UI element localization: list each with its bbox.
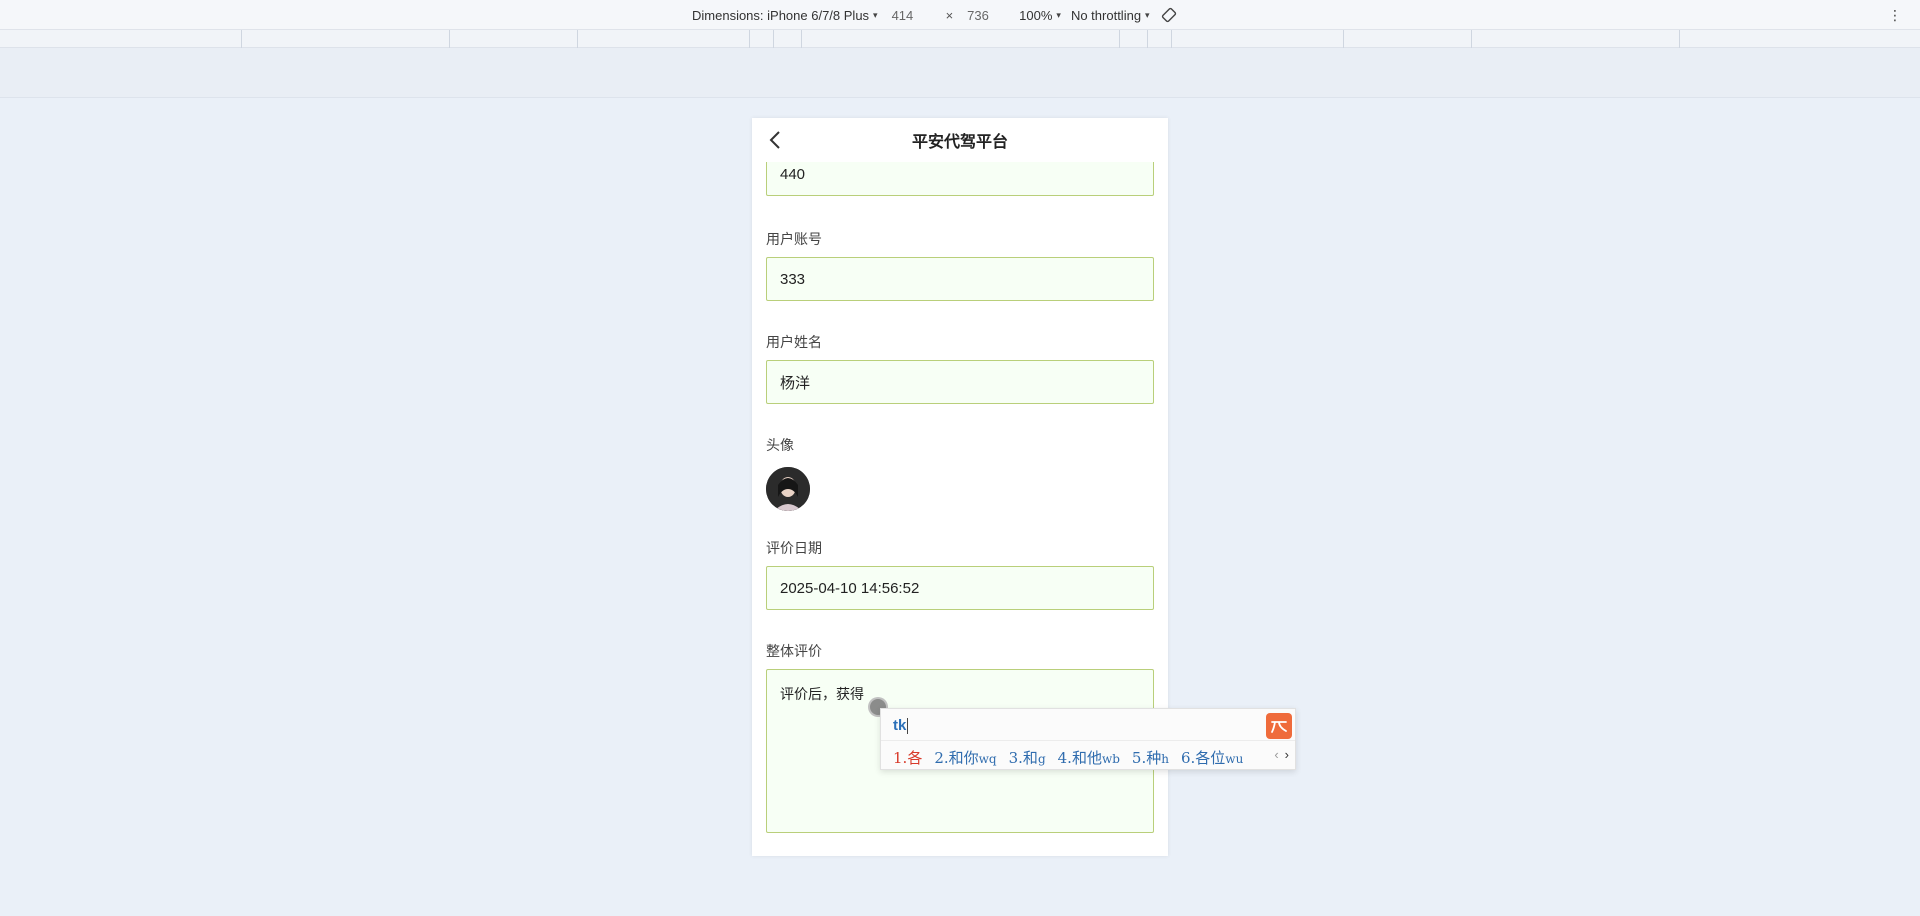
avatar-label: 头像 xyxy=(766,437,794,453)
ime-candidate[interactable]: 6.各位wu xyxy=(1181,747,1243,768)
ime-input-text: tk xyxy=(893,717,907,734)
avatar[interactable] xyxy=(766,467,810,511)
nav-bar: 平安代驾平台 xyxy=(752,118,1168,162)
zoom-label: 100% xyxy=(1019,7,1053,23)
rotate-icon[interactable] xyxy=(1160,6,1178,24)
prev-page-icon[interactable]: ‹ xyxy=(1274,747,1278,762)
throttling-select[interactable]: No throttling ▾ xyxy=(1071,8,1150,23)
top-field-input[interactable]: 440 xyxy=(766,162,1154,196)
account-input[interactable]: 333 xyxy=(766,257,1154,301)
ime-candidate[interactable]: 2.和你wq xyxy=(934,747,996,768)
device-label: Dimensions: iPhone 6/7/8 Plus xyxy=(692,7,870,23)
ime-candidate[interactable]: 5.种h xyxy=(1132,747,1169,768)
width-input[interactable]: 414 xyxy=(888,8,944,23)
zoom-select[interactable]: 100% ▾ xyxy=(1019,8,1061,23)
chevron-down-icon: ▾ xyxy=(1145,9,1150,20)
chevron-down-icon: ▾ xyxy=(1056,9,1061,20)
name-input[interactable]: 杨洋 xyxy=(766,360,1154,404)
account-label: 用户账号 xyxy=(766,231,822,247)
ime-page-nav: ‹ › xyxy=(1274,747,1289,762)
times-separator: × xyxy=(945,7,954,23)
devtools-device-toolbar: Dimensions: iPhone 6/7/8 Plus ▾ 414 × 73… xyxy=(0,0,1920,30)
ime-candidate[interactable]: 3.和g xyxy=(1009,747,1046,768)
name-label: 用户姓名 xyxy=(766,334,822,350)
ime-candidate[interactable]: 1.各 xyxy=(893,747,922,768)
more-options-icon[interactable]: ⋮ xyxy=(1888,6,1902,24)
date-input[interactable]: 2025-04-10 14:56:52 xyxy=(766,566,1154,610)
ime-candidate-window: tk 1.各 2.和你wq 3.和g 4.和他wb 5.种h 6.各位wu ‹ … xyxy=(880,708,1296,770)
ime-candidates: 1.各 2.和你wq 3.和g 4.和他wb 5.种h 6.各位wu xyxy=(893,747,1255,768)
date-label: 评价日期 xyxy=(766,540,822,556)
review-label: 整体评价 xyxy=(766,643,822,659)
device-controls: Dimensions: iPhone 6/7/8 Plus ▾ 414 × 73… xyxy=(692,0,1178,30)
chevron-down-icon: ▾ xyxy=(873,9,878,20)
ime-input-row: tk xyxy=(881,709,1295,741)
media-query-ruler xyxy=(0,30,1920,48)
ime-composition: tk xyxy=(893,717,909,735)
ime-logo-icon[interactable] xyxy=(1266,713,1292,739)
page-title: 平安代驾平台 xyxy=(911,134,1008,151)
next-page-icon[interactable]: › xyxy=(1285,747,1289,762)
ime-candidate[interactable]: 4.和他wb xyxy=(1058,747,1120,768)
back-icon[interactable] xyxy=(764,128,786,152)
height-input[interactable]: 736 xyxy=(963,8,1019,23)
viewport-stripe xyxy=(0,48,1920,98)
device-select[interactable]: Dimensions: iPhone 6/7/8 Plus ▾ xyxy=(692,8,878,23)
throttling-label: No throttling xyxy=(1070,7,1142,23)
